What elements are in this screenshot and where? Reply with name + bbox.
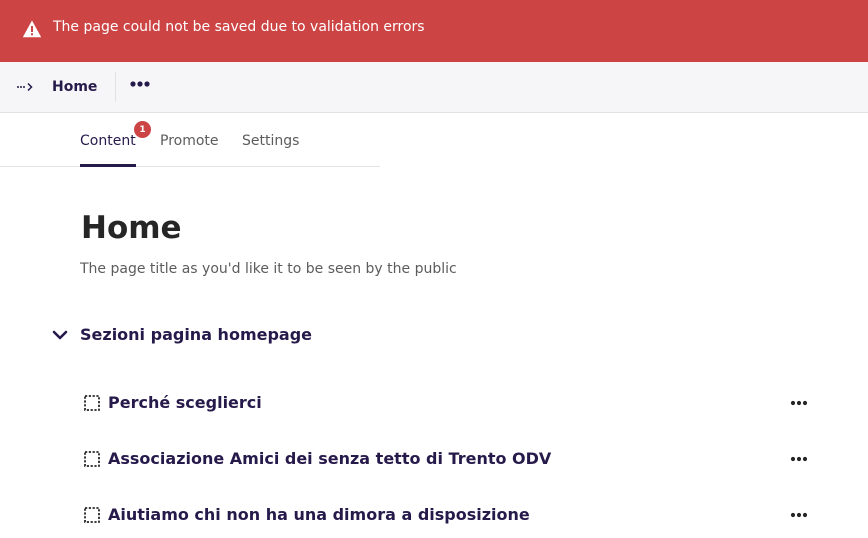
breadcrumb-expand-icon[interactable] (16, 80, 34, 94)
tab-content[interactable]: Content (80, 133, 136, 149)
warning-icon (22, 20, 42, 38)
page-header: Home (0, 62, 868, 113)
block-label[interactable]: Aiutiamo chi non ha una dimora a disposi… (108, 505, 530, 524)
error-count-badge: 1 (134, 121, 151, 138)
block-more-icon[interactable] (790, 453, 808, 465)
error-banner: The page could not be saved due to valid… (0, 0, 868, 62)
title-help-text: The page title as you'd like it to be se… (80, 261, 457, 277)
block-more-icon[interactable] (790, 397, 808, 409)
breadcrumb-home[interactable]: Home (52, 79, 97, 95)
block-label[interactable]: Associazione Amici dei senza tetto di Tr… (108, 449, 551, 468)
tab-bar: Content 1 Promote Settings (0, 113, 380, 167)
block-placeholder-icon (84, 507, 100, 523)
block-row: Aiutiamo chi non ha una dimora a disposi… (0, 500, 868, 530)
block-row: Associazione Amici dei senza tetto di Tr… (0, 444, 868, 474)
active-tab-indicator (80, 164, 136, 167)
block-label[interactable]: Perché sceglierci (108, 393, 262, 412)
tab-promote[interactable]: Promote (160, 133, 219, 149)
tab-settings[interactable]: Settings (242, 133, 299, 149)
chevron-down-icon[interactable] (52, 329, 68, 341)
header-divider (115, 72, 116, 102)
error-message: The page could not be saved due to valid… (53, 19, 425, 35)
section-heading[interactable]: Sezioni pagina homepage (80, 325, 312, 344)
block-row: Perché sceglierci (0, 388, 868, 418)
block-placeholder-icon (84, 395, 100, 411)
block-placeholder-icon (84, 451, 100, 467)
page-title[interactable]: Home (81, 208, 182, 248)
block-more-icon[interactable] (790, 509, 808, 521)
more-actions-icon[interactable] (129, 76, 151, 92)
